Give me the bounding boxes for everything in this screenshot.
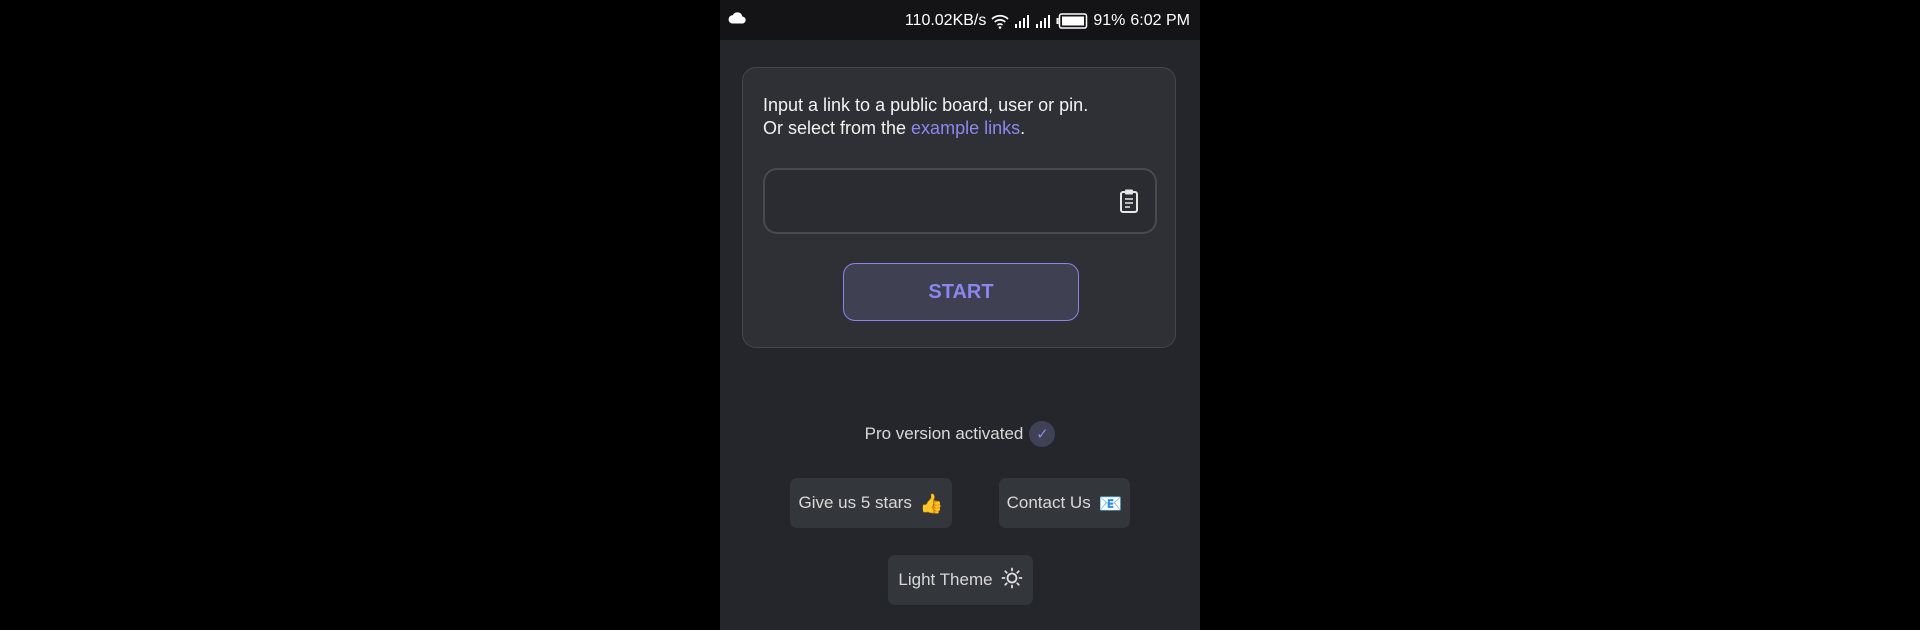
signal-icon [1014, 14, 1030, 28]
rate-app-button[interactable]: Give us 5 stars 👍 [790, 478, 952, 528]
wifi-icon [991, 13, 1009, 29]
instruction-line-1: Input a link to a public board, user or … [763, 95, 1089, 115]
check-icon: ✓ [1029, 421, 1056, 447]
link-input-card: Input a link to a public board, user or … [742, 67, 1176, 348]
start-button[interactable]: START [843, 263, 1079, 321]
contact-label: Contact Us [1006, 493, 1091, 512]
status-indicators: 110.02KB/s 91% 6:02 PM [905, 10, 1190, 32]
network-speed: 110.02KB/s [904, 12, 987, 29]
status-bar: 110.02KB/s 91% 6:02 PM [720, 0, 1200, 40]
sun-icon [1001, 567, 1023, 594]
link-input-field[interactable] [763, 168, 1157, 234]
instructions: Input a link to a public board, user or … [763, 94, 1157, 140]
battery-level: 91% [1093, 12, 1126, 29]
pro-label: Pro version activated [864, 424, 1024, 443]
contact-us-button[interactable]: Contact Us 📧 [999, 478, 1130, 528]
instruction-prefix: Or select from the [763, 118, 912, 138]
light-theme-button[interactable]: Light Theme [888, 555, 1033, 605]
battery-icon [1056, 13, 1088, 29]
cloud-icon [728, 11, 746, 29]
rate-label: Give us 5 stars [798, 493, 912, 512]
theme-label: Light Theme [898, 570, 993, 589]
thumbs-up-icon: 👍 [919, 492, 944, 515]
example-links-link[interactable]: example links [911, 118, 1020, 138]
clipboard-icon[interactable] [1119, 188, 1139, 219]
pro-status: Pro version activated ✓ [720, 418, 1200, 450]
instruction-line-2: Or select from the example links. [763, 117, 1157, 140]
instruction-suffix: . [1020, 118, 1026, 138]
email-icon: 📧 [1098, 492, 1123, 515]
link-input[interactable] [779, 170, 1103, 234]
clock: 6:02 PM [1130, 12, 1190, 29]
signal-icon [1035, 14, 1051, 28]
phone-screen: 110.02KB/s 91% 6:02 PM Input a link to a… [720, 0, 1200, 630]
